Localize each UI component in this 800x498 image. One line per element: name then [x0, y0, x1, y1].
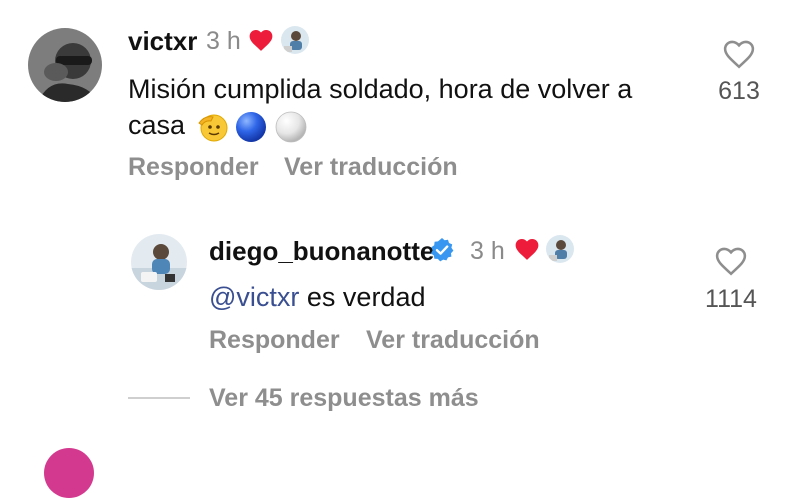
white-circle-icon — [275, 111, 306, 143]
avatar-victxr[interactable] — [28, 28, 102, 102]
blue-circle-icon — [236, 111, 267, 142]
author-avatar-mini — [546, 235, 574, 263]
comment-text: @victxr es verdad — [209, 279, 425, 315]
heart-filled-icon — [515, 239, 539, 260]
author-avatar-mini — [281, 26, 309, 54]
username[interactable]: diego_buonanotte — [209, 236, 434, 267]
verified-badge-icon — [431, 238, 454, 262]
saluting-face-icon — [197, 114, 228, 142]
comment-text-line2: casa — [128, 107, 703, 144]
see-translation-button[interactable]: Ver traducción — [366, 326, 540, 355]
view-more-replies-label[interactable]: Ver 45 respuestas más — [209, 384, 479, 413]
reply-button[interactable]: Responder — [209, 326, 340, 355]
mention-link[interactable]: @victxr — [209, 282, 299, 312]
timestamp: 3 h — [470, 237, 505, 265]
like-count: 1114 — [705, 285, 757, 313]
comment-text: Misión cumplida soldado, hora de volver … — [128, 71, 703, 144]
heart-outline-icon[interactable] — [714, 245, 748, 277]
comment-text-line2-words: casa — [128, 110, 186, 140]
avatar-diego-buonanotte[interactable] — [131, 234, 187, 290]
like-count: 613 — [718, 77, 760, 105]
replies-divider-line — [128, 397, 190, 399]
comment-text-line1: Misión cumplida soldado, hora de volver … — [128, 74, 633, 104]
username[interactable]: victxr — [128, 26, 197, 57]
timestamp: 3 h — [206, 27, 241, 55]
see-translation-button[interactable]: Ver traducción — [284, 153, 458, 182]
reply-button[interactable]: Responder — [128, 153, 259, 182]
next-comment-avatar[interactable] — [44, 448, 94, 498]
heart-filled-icon — [249, 30, 273, 51]
comment-text-rest: es verdad — [299, 282, 426, 312]
heart-outline-icon[interactable] — [722, 38, 756, 70]
